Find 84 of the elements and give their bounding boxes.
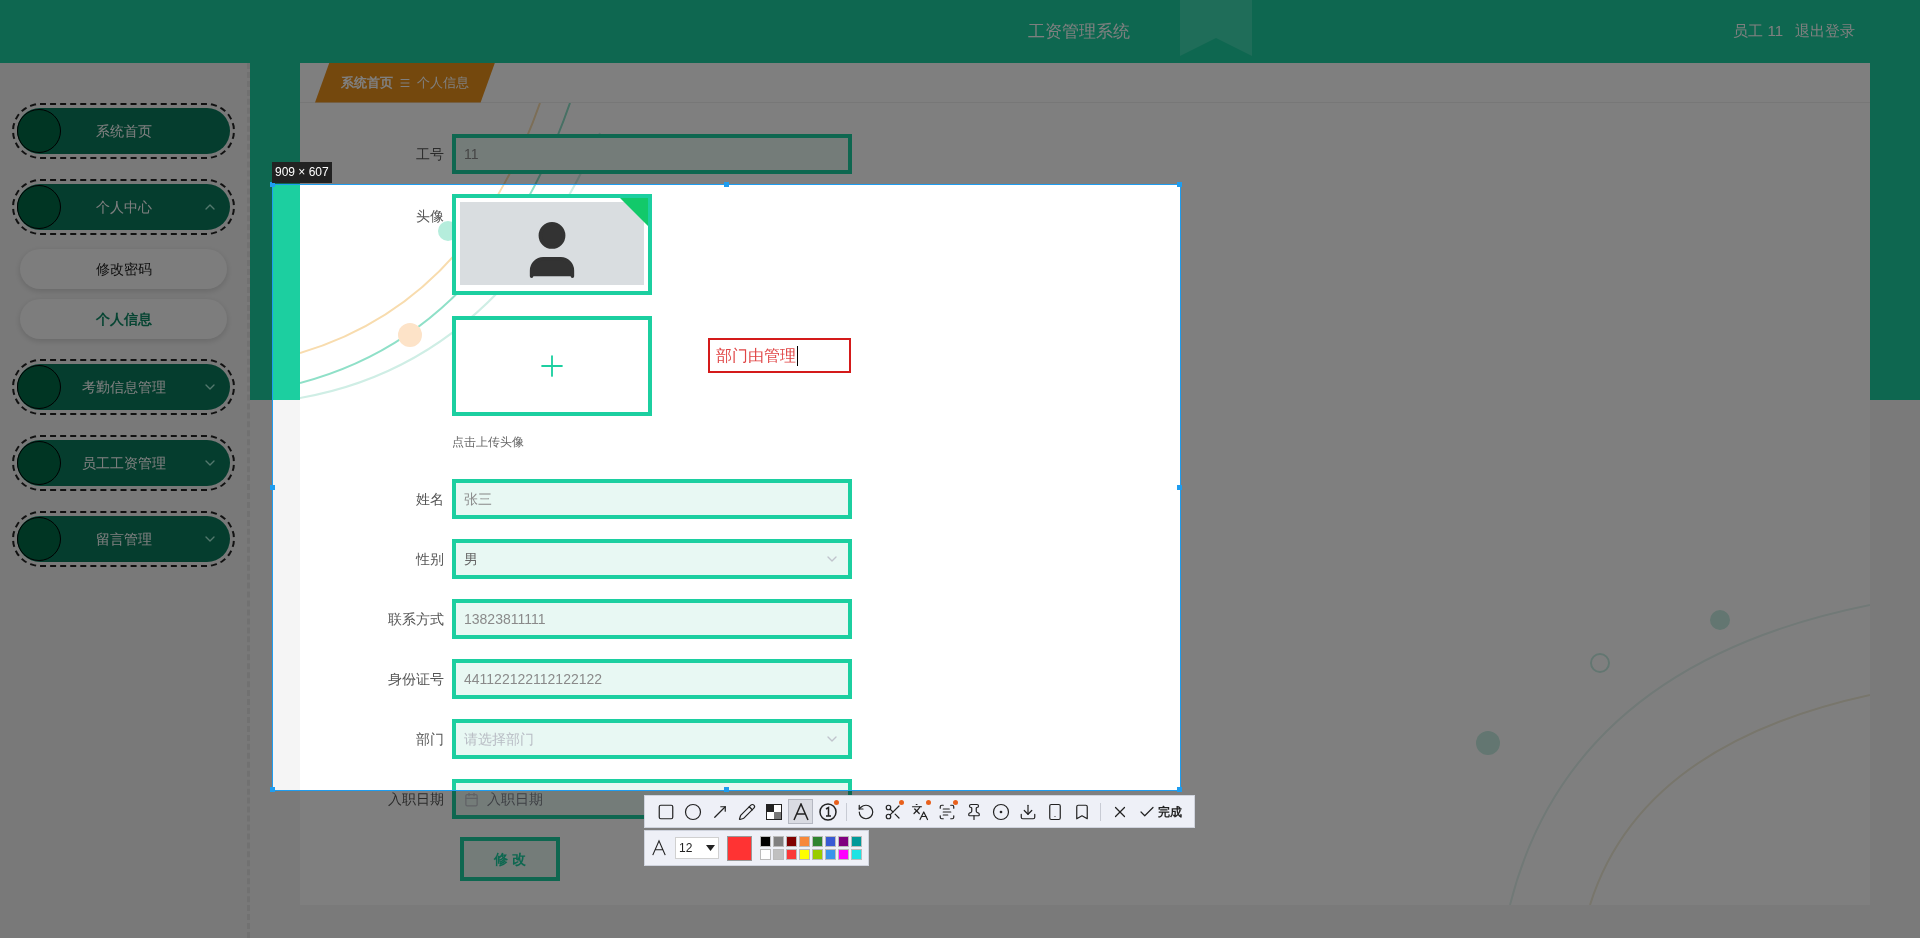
text-tool-icon (791, 802, 810, 821)
scissors-icon (883, 802, 902, 821)
resize-handle[interactable] (270, 787, 275, 792)
user-name: 员工 11 (1733, 21, 1783, 42)
breadcrumb-link[interactable]: 个人信息 (417, 72, 469, 93)
download-icon (1018, 802, 1037, 821)
menu-item-knob (17, 365, 61, 409)
numbered-marker-icon (818, 802, 837, 821)
color-swatch[interactable] (838, 849, 849, 860)
color-swatch[interactable] (786, 849, 797, 860)
resize-handle[interactable] (270, 484, 275, 490)
record-icon (991, 802, 1010, 821)
calendar-icon (464, 791, 479, 807)
color-swatch[interactable] (825, 849, 836, 860)
menu-item-label: 考勤信息管理 (80, 377, 167, 397)
color-swatch[interactable] (825, 836, 836, 847)
translate-icon (910, 802, 929, 821)
upload-box[interactable] (452, 316, 652, 416)
field-label: 姓名 (415, 489, 445, 509)
annotation-text-box[interactable]: 部门由管理 (708, 338, 851, 373)
color-swatch[interactable] (773, 836, 784, 847)
submenu-item[interactable]: 个人信息 (20, 299, 227, 339)
rectangle-icon (656, 802, 675, 821)
menu-item[interactable]: 留言管理 (12, 511, 235, 567)
field-label: 头像 (415, 207, 445, 226)
menu-item[interactable]: 员工工资管理 (12, 435, 235, 491)
menu-item-knob (17, 517, 61, 561)
pencil-icon (737, 802, 756, 821)
menu-item-label: 留言管理 (94, 529, 153, 549)
color-swatch[interactable] (812, 849, 823, 860)
menu-item[interactable]: 考勤信息管理 (12, 359, 235, 415)
text-field[interactable]: 13823811111 (452, 599, 852, 639)
resize-handle[interactable] (1177, 484, 1182, 490)
color-swatch[interactable] (786, 836, 797, 847)
menu-item-knob (17, 185, 61, 229)
field-label: 入职日期 (387, 789, 445, 809)
upload-hint: 点击上传头像 (452, 434, 525, 450)
text-field[interactable]: 441122122112122122 (452, 659, 852, 699)
resize-handle[interactable] (723, 182, 729, 187)
resize-handle[interactable] (1177, 182, 1182, 187)
logout-link[interactable]: 退出登录 (1795, 20, 1855, 43)
field-label: 部门 (415, 729, 445, 749)
menu-item-knob (17, 109, 61, 153)
avatar-frame[interactable] (452, 194, 652, 295)
scan-text-icon (937, 802, 956, 821)
resize-handle[interactable] (1177, 787, 1182, 792)
tool-button[interactable] (788, 799, 813, 824)
color-swatch[interactable] (812, 836, 823, 847)
color-swatch[interactable] (760, 836, 771, 847)
app-title: 工资管理系统 (1028, 20, 1130, 43)
color-swatch[interactable] (799, 836, 810, 847)
selection-size: 909 × 607 (272, 162, 332, 183)
color-swatch[interactable] (760, 849, 771, 860)
menu-item-label: 个人中心 (94, 197, 153, 217)
field-label: 性别 (414, 549, 445, 569)
menu-item-knob (17, 441, 61, 485)
undo-icon (856, 802, 875, 821)
menu-item[interactable]: 个人中心 (12, 179, 235, 235)
submenu-item[interactable]: 修改密码 (20, 249, 227, 289)
resize-handle[interactable] (723, 787, 729, 792)
circle-icon (683, 802, 702, 821)
field-label: 工号 (415, 144, 445, 164)
menu-item-label: 系统首页 (94, 121, 153, 141)
font-size-icon (651, 839, 667, 857)
color-swatch[interactable] (851, 849, 862, 860)
font-size-select[interactable]: 12 (675, 837, 719, 859)
done-button[interactable]: 完成 (1134, 799, 1186, 824)
annotation-text: 部门由管理 (716, 345, 798, 366)
field-label: 身份证号 (387, 669, 445, 689)
color-swatch[interactable] (799, 849, 810, 860)
separator-icon (399, 76, 411, 89)
menu-item[interactable]: 系统首页 (12, 103, 235, 159)
color-swatch[interactable] (773, 849, 784, 860)
field-label: 联系方式 (387, 609, 445, 629)
text-field[interactable]: 张三 (452, 479, 852, 519)
menu-item-label: 员工工资管理 (80, 453, 167, 473)
dropdown-caret-icon (706, 845, 715, 851)
mosaic-icon (765, 803, 782, 820)
current-color-swatch[interactable] (727, 835, 752, 861)
color-swatch[interactable] (838, 836, 849, 847)
breadcrumb-link[interactable]: 系统首页 (341, 72, 393, 93)
color-swatch[interactable] (851, 836, 862, 847)
select-field[interactable]: 男 (452, 539, 852, 579)
select-field[interactable]: 请选择部门 (452, 719, 852, 759)
